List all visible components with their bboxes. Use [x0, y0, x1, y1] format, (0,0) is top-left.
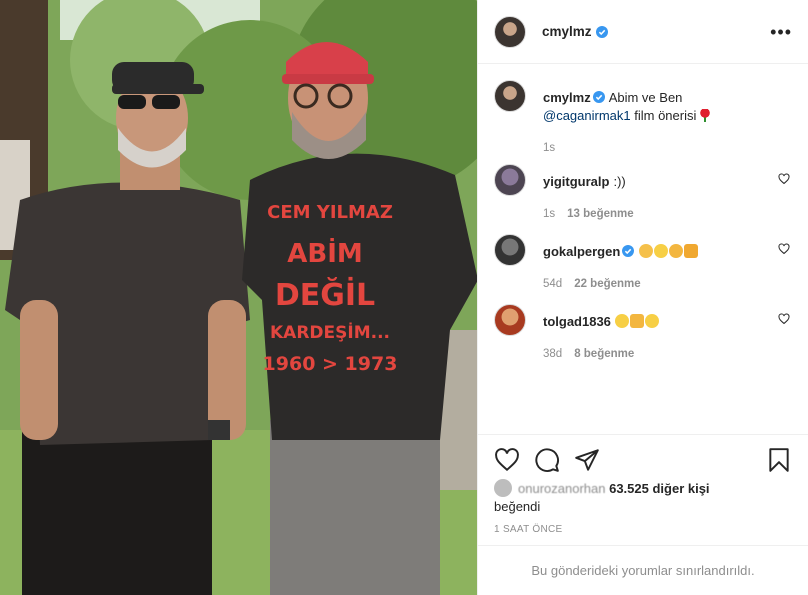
clap-emoji: [639, 244, 654, 258]
comment-time[interactable]: 1s: [543, 208, 555, 220]
shirt-text-line-3: DEĞİL: [275, 276, 375, 313]
comment-likes[interactable]: 22 beğenme: [574, 278, 640, 290]
post-action-bar: [478, 434, 808, 484]
comment-time[interactable]: 38d: [543, 348, 562, 360]
comment-like-heart-icon[interactable]: [778, 173, 790, 185]
fist-emoji: [669, 244, 684, 258]
caption-author-avatar[interactable]: [494, 80, 526, 112]
comment-avatar[interactable]: [494, 164, 526, 196]
comments-list: cmylmz Abim ve Ben @caganirmak1 film öner…: [494, 80, 792, 432]
verified-badge-icon: [592, 91, 605, 103]
caption-text-after: film önerisi: [634, 108, 697, 123]
comment-avatar[interactable]: [494, 234, 526, 266]
caption-meta: 1s: [543, 139, 792, 157]
comment-username[interactable]: gokalpergen: [543, 244, 620, 259]
post-photo[interactable]: CEM YILMAZ ABİM DEĞİL KARDEŞİM... 1960 >…: [0, 0, 477, 595]
likes-summary: onurozanorhan 63.525 diğer kişi beğendi: [494, 479, 792, 516]
comment-username[interactable]: tolgad1836: [543, 314, 611, 329]
comment-like-heart-icon[interactable]: [778, 313, 790, 325]
comment-item: tolgad1836 38d 8 beğenme: [494, 304, 792, 374]
post-photo-illustration: CEM YILMAZ ABİM DEĞİL KARDEŞİM... 1960 >…: [0, 0, 477, 595]
shirt-text-line-2: ABİM: [287, 237, 363, 269]
liker-username[interactable]: onurozanorhan: [518, 481, 605, 496]
sunglasses-emoji: [614, 314, 629, 328]
comment-icon[interactable]: [534, 447, 560, 473]
bookmark-icon[interactable]: [766, 447, 792, 473]
post-header: cmylmz •••: [478, 0, 808, 64]
thumbs-up-emoji: [629, 314, 644, 328]
heart-icon[interactable]: [494, 447, 520, 473]
caption-username[interactable]: cmylmz: [543, 90, 591, 105]
verified-badge-icon: [622, 245, 635, 257]
likes-count-link[interactable]: 63.525 diğer kişi: [609, 481, 709, 496]
comment-meta: 1s 13 beğenme: [543, 205, 792, 223]
comment-likes[interactable]: 8 beğenme: [574, 348, 634, 360]
comment-username[interactable]: yigitguralp: [543, 174, 609, 189]
comments-restricted-notice: Bu gönderideki yorumlar sınırlandırıldı.: [478, 545, 808, 595]
heart-eyes-emoji: [644, 314, 659, 328]
author-username[interactable]: cmylmz: [542, 24, 592, 39]
comment-avatar[interactable]: [494, 304, 526, 336]
shirt-text-line-1: CEM YILMAZ: [267, 202, 393, 223]
likes-suffix: beğendi: [494, 499, 541, 514]
comment-likes[interactable]: 13 beğenme: [567, 208, 633, 220]
caption-time[interactable]: 1s: [543, 142, 555, 154]
beer-emoji: [684, 244, 699, 258]
caption-text: Abim ve Ben: [608, 90, 683, 105]
post-timestamp[interactable]: 1 SAAT ÖNCE: [494, 524, 563, 535]
comment-like-heart-icon[interactable]: [778, 243, 790, 255]
comment-time[interactable]: 54d: [543, 278, 562, 290]
share-icon[interactable]: [574, 447, 600, 473]
post-caption: cmylmz Abim ve Ben @caganirmak1 film öner…: [494, 80, 792, 164]
grin-emoji: [654, 244, 669, 258]
shirt-text-line-4: KARDEŞİM...: [270, 321, 390, 343]
post-side-panel: cmylmz ••• cmylmz Abim ve Ben @caganirmak…: [477, 0, 808, 595]
comment-item: yigitguralp:)) 1s 13 beğenme: [494, 164, 792, 234]
verified-badge-icon: [595, 25, 608, 38]
caption-mention-link[interactable]: @caganirmak1: [543, 108, 631, 123]
author-avatar[interactable]: [494, 15, 526, 48]
comment-meta: 38d 8 beğenme: [543, 345, 792, 363]
rose-emoji: [700, 109, 710, 122]
comment-meta: 54d 22 beğenme: [543, 275, 792, 293]
shirt-text-line-5: 1960 > 1973: [263, 353, 398, 375]
comment-item: gokalpergen 54d 22 beğenme: [494, 234, 792, 304]
comment-text: :)): [613, 174, 626, 189]
more-options-icon[interactable]: •••: [770, 23, 792, 41]
liker-avatar[interactable]: [494, 479, 512, 497]
